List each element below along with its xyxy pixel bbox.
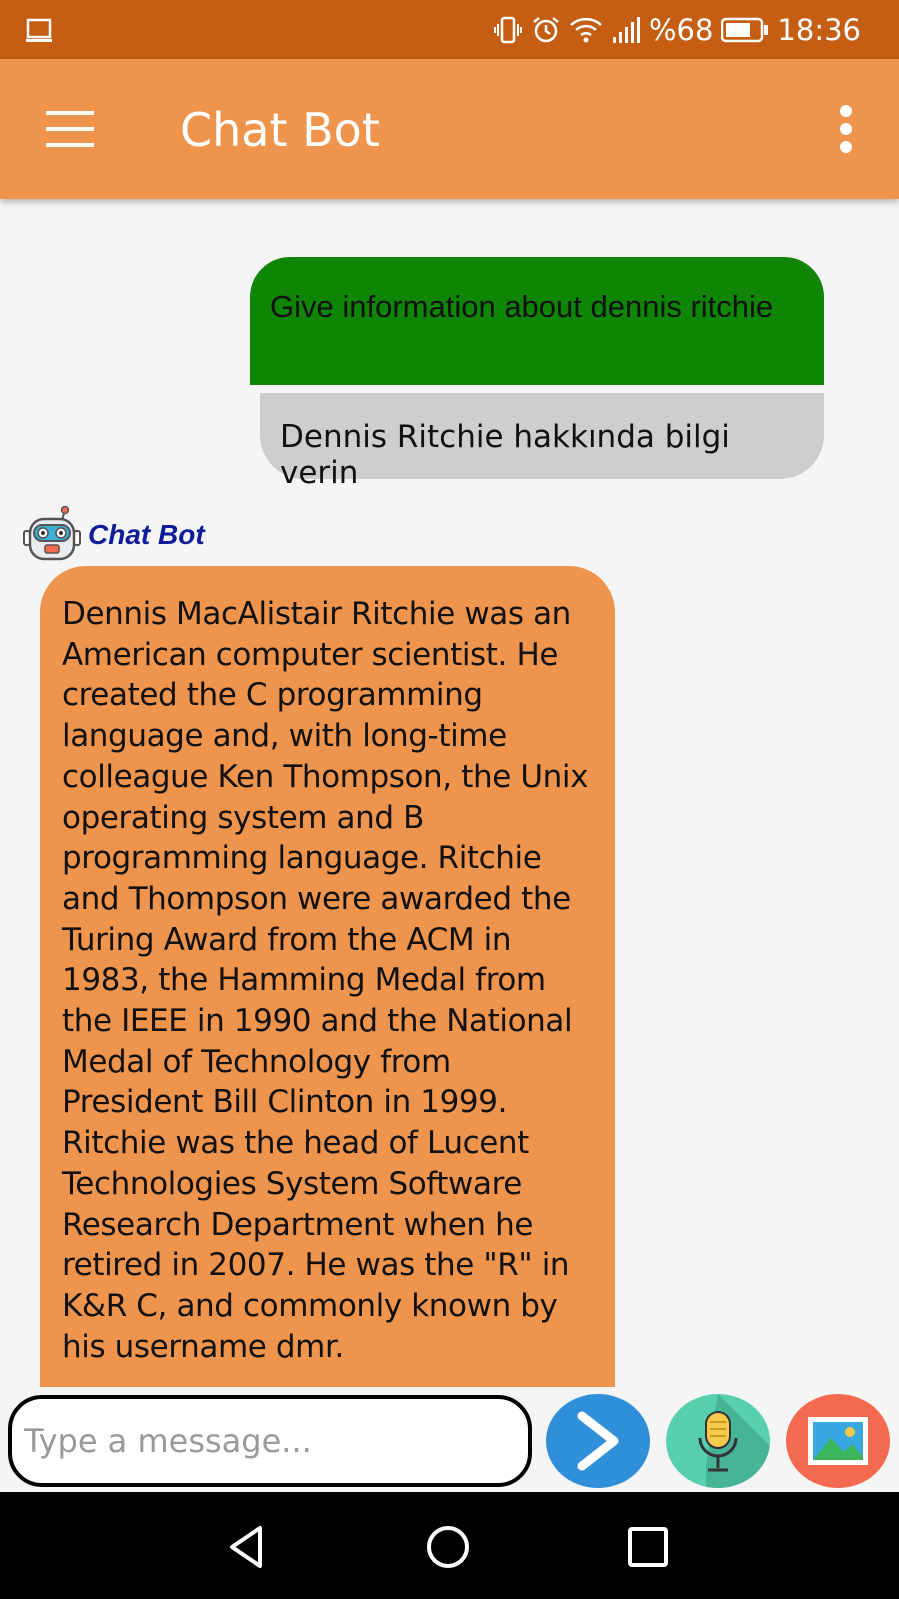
menu-icon [46,111,94,147]
voice-input-button[interactable] [666,1394,770,1488]
app-bar: Chat Bot [0,59,899,199]
screen-cast-icon [26,18,52,49]
send-button[interactable] [546,1394,650,1488]
send-chevron-icon [577,1411,619,1471]
wifi-icon [569,15,603,45]
bot-header: Chat Bot [22,505,205,565]
translation-bubble: Dennis Ritchie hakkında bilgi verin [260,393,824,491]
alarm-icon [531,15,561,45]
recents-square-icon [628,1527,668,1567]
image-gallery-icon [808,1417,868,1465]
navigation-bar [0,1492,899,1599]
vibrate-icon [493,15,523,45]
status-icons: %68 18:36 [493,12,861,48]
menu-button[interactable] [44,107,96,151]
home-circle-icon [427,1526,469,1568]
robot-avatar-icon [22,503,82,568]
battery-icon [721,17,769,43]
bot-message-bubble: Dennis MacAlistair Ritchie was an Americ… [40,566,615,1387]
translation-text: Dennis Ritchie hakkında bilgi verin [280,419,730,491]
user-message-text: Give information about dennis ritchie [270,289,774,324]
home-button[interactable] [423,1522,473,1572]
more-options-button[interactable] [833,104,859,154]
user-message-bubble: Give information about dennis ritchie [250,257,824,385]
signal-icon [611,15,641,45]
status-bar: %68 18:36 [0,0,899,59]
bot-message-text: Dennis MacAlistair Ritchie was an Americ… [62,596,589,1365]
bot-name: Chat Bot [88,519,205,550]
more-vert-icon [840,105,852,153]
image-button[interactable] [786,1394,890,1488]
microphone-icon [698,1394,770,1488]
message-input[interactable] [8,1395,532,1487]
back-triangle-icon [230,1526,262,1568]
status-time: 18:36 [777,13,861,47]
back-button[interactable] [222,1522,272,1572]
app-title: Chat Bot [180,103,380,157]
recents-button[interactable] [623,1522,673,1572]
battery-text: %68 [648,13,714,47]
